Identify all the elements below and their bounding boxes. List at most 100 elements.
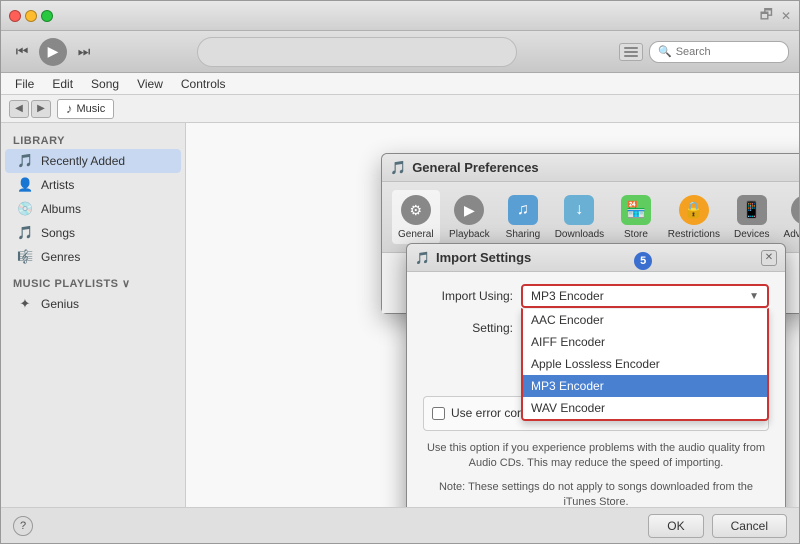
search-bar[interactable]: 🔍 xyxy=(649,41,789,63)
menu-song[interactable]: Song xyxy=(83,75,127,93)
menu-file[interactable]: File xyxy=(7,75,42,93)
sidebar: Library 🎵 Recently Added 👤 Artists 💿 Alb… xyxy=(1,123,186,507)
songs-label: Songs xyxy=(41,226,75,240)
restore-icon[interactable]: 🗗 xyxy=(760,4,773,28)
menu-edit[interactable]: Edit xyxy=(44,75,81,93)
nav-back-button[interactable]: ◀ xyxy=(9,100,29,118)
downloads-tab-icon: ↓ xyxy=(563,194,595,226)
nav-bar: ◀ ▶ ♪ Music xyxy=(1,95,799,123)
encoder-option-aiff[interactable]: AIFF Encoder xyxy=(523,331,767,353)
pref-tab-devices[interactable]: 📱 Devices xyxy=(728,190,776,244)
import-dialog-title: Import Settings xyxy=(436,250,531,265)
store-icon: 🏪 xyxy=(621,195,651,225)
error-correction-checkbox[interactable] xyxy=(432,407,445,420)
search-icon: 🔍 xyxy=(658,45,672,58)
pref-tab-sharing[interactable]: ♫ Sharing xyxy=(499,190,547,244)
encoder-option-aac[interactable]: AAC Encoder xyxy=(523,309,767,331)
genius-label: Genius xyxy=(41,297,79,311)
genres-icon: 🎼 xyxy=(17,249,33,265)
sidebar-item-songs[interactable]: 🎵 Songs xyxy=(5,221,181,245)
pref-tab-general[interactable]: ⚙ General xyxy=(392,190,440,244)
skip-forward-button[interactable]: ⏭ xyxy=(73,41,95,63)
menu-view[interactable]: View xyxy=(129,75,171,93)
import-encoder-dropdown[interactable]: MP3 Encoder ▼ AAC Encoder AIFF Encoder A… xyxy=(521,284,769,308)
search-input[interactable] xyxy=(676,46,780,58)
import-using-row: Import Using: MP3 Encoder ▼ AAC Encoder … xyxy=(423,284,769,308)
now-playing-area xyxy=(197,37,517,67)
pref-tab-store[interactable]: 🏪 Store xyxy=(612,190,660,244)
downloads-icon: ↓ xyxy=(564,195,594,225)
main-ok-button[interactable]: OK xyxy=(648,514,703,538)
sidebar-item-recently-added[interactable]: 🎵 Recently Added xyxy=(5,149,181,173)
devices-tab-label: Devices xyxy=(734,229,770,240)
pref-tab-restrictions[interactable]: 🔒 Restrictions xyxy=(666,190,722,244)
store-tab-icon: 🏪 xyxy=(620,194,652,226)
encoder-option-mp3[interactable]: MP3 Encoder xyxy=(523,375,767,397)
sidebar-item-genres[interactable]: 🎼 Genres xyxy=(5,245,181,269)
main-cancel-button[interactable]: Cancel xyxy=(712,514,787,538)
pref-title-group: 🎵 General Preferences xyxy=(390,160,539,176)
sidebar-item-genius[interactable]: ✦ Genius xyxy=(5,292,181,316)
advanced-icon: ⚙ xyxy=(791,195,799,225)
setting-label: Setting: xyxy=(423,321,513,335)
advanced-tab-label: Advanced xyxy=(784,229,799,240)
selected-encoder-label: MP3 Encoder xyxy=(531,289,604,303)
step-badge: 5 xyxy=(634,252,652,270)
encoder-option-apple-lossless[interactable]: Apple Lossless Encoder xyxy=(523,353,767,375)
title-right: 🗗 ✕ xyxy=(760,4,791,28)
pref-tab-advanced[interactable]: ⚙ Advanced xyxy=(782,190,799,244)
pref-tab-downloads[interactable]: ↓ Downloads xyxy=(553,190,606,244)
breadcrumb: ♪ Music xyxy=(57,99,114,119)
play-button[interactable]: ▶ xyxy=(39,38,67,66)
import-itunes-icon: 🎵 xyxy=(415,251,430,265)
general-icon: ⚙ xyxy=(401,195,431,225)
minimize-button[interactable] xyxy=(25,10,37,22)
skip-back-button[interactable]: ⏮ xyxy=(11,41,33,63)
help-button[interactable]: ? xyxy=(13,516,33,536)
bottom-bar: ? OK Cancel xyxy=(1,507,799,543)
library-section: Library 🎵 Recently Added 👤 Artists 💿 Alb… xyxy=(1,131,185,269)
import-title-group: 🎵 Import Settings xyxy=(415,250,531,265)
restrictions-tab-label: Restrictions xyxy=(668,229,720,240)
maximize-button[interactable] xyxy=(41,10,53,22)
import-using-label: Import Using: xyxy=(423,289,513,303)
genius-icon: ✦ xyxy=(17,296,33,312)
sharing-tab-label: Sharing xyxy=(506,229,540,240)
general-tab-icon: ⚙ xyxy=(400,194,432,226)
dropdown-selected[interactable]: MP3 Encoder ▼ xyxy=(521,284,769,308)
playlists-label[interactable]: Music Playlists ∨ xyxy=(1,273,185,292)
pref-dialog-title: General Preferences xyxy=(412,160,538,175)
main-toolbar: ⏮ ▶ ⏭ 🔍 xyxy=(1,31,799,73)
menu-controls[interactable]: Controls xyxy=(173,75,234,93)
nav-arrows: ◀ ▶ xyxy=(9,100,51,118)
title-bar: 🗗 ✕ xyxy=(1,1,799,31)
playback-tab-label: Playback xyxy=(449,229,490,240)
itunes-store-note: Note: These settings do not apply to son… xyxy=(423,480,769,507)
advanced-tab-icon: ⚙ xyxy=(790,194,799,226)
nav-forward-button[interactable]: ▶ xyxy=(31,100,51,118)
list-line-1 xyxy=(624,47,638,49)
itunes-icon: 🎵 xyxy=(390,160,406,176)
list-line-2 xyxy=(624,51,638,53)
encoder-dropdown-menu: AAC Encoder AIFF Encoder Apple Lossless … xyxy=(521,308,769,421)
list-view-button[interactable] xyxy=(619,43,643,61)
itunes-window: 🗗 ✕ ⏮ ▶ ⏭ 🔍 File Edit Song View Controls xyxy=(0,0,800,544)
sharing-tab-icon: ♫ xyxy=(507,194,539,226)
close-button[interactable] xyxy=(9,10,21,22)
library-label: Library xyxy=(1,131,185,149)
import-dialog-body: Import Using: MP3 Encoder ▼ AAC Encoder … xyxy=(407,272,785,386)
sidebar-item-albums[interactable]: 💿 Albums xyxy=(5,197,181,221)
restrictions-icon: 🔒 xyxy=(679,195,709,225)
songs-icon: 🎵 xyxy=(17,225,33,241)
music-icon: ♪ xyxy=(66,101,73,116)
downloads-tab-label: Downloads xyxy=(555,229,604,240)
recently-added-icon: 🎵 xyxy=(17,153,33,169)
error-correction-info: Use this option if you experience proble… xyxy=(423,441,769,472)
encoder-option-wav[interactable]: WAV Encoder xyxy=(523,397,767,419)
store-tab-label: Store xyxy=(624,229,648,240)
pref-tab-playback[interactable]: ▶ Playback xyxy=(446,190,494,244)
import-dialog-close-button[interactable]: ✕ xyxy=(761,250,777,266)
main-layout: Library 🎵 Recently Added 👤 Artists 💿 Alb… xyxy=(1,123,799,507)
window-close-icon[interactable]: ✕ xyxy=(781,9,791,23)
sidebar-item-artists[interactable]: 👤 Artists xyxy=(5,173,181,197)
